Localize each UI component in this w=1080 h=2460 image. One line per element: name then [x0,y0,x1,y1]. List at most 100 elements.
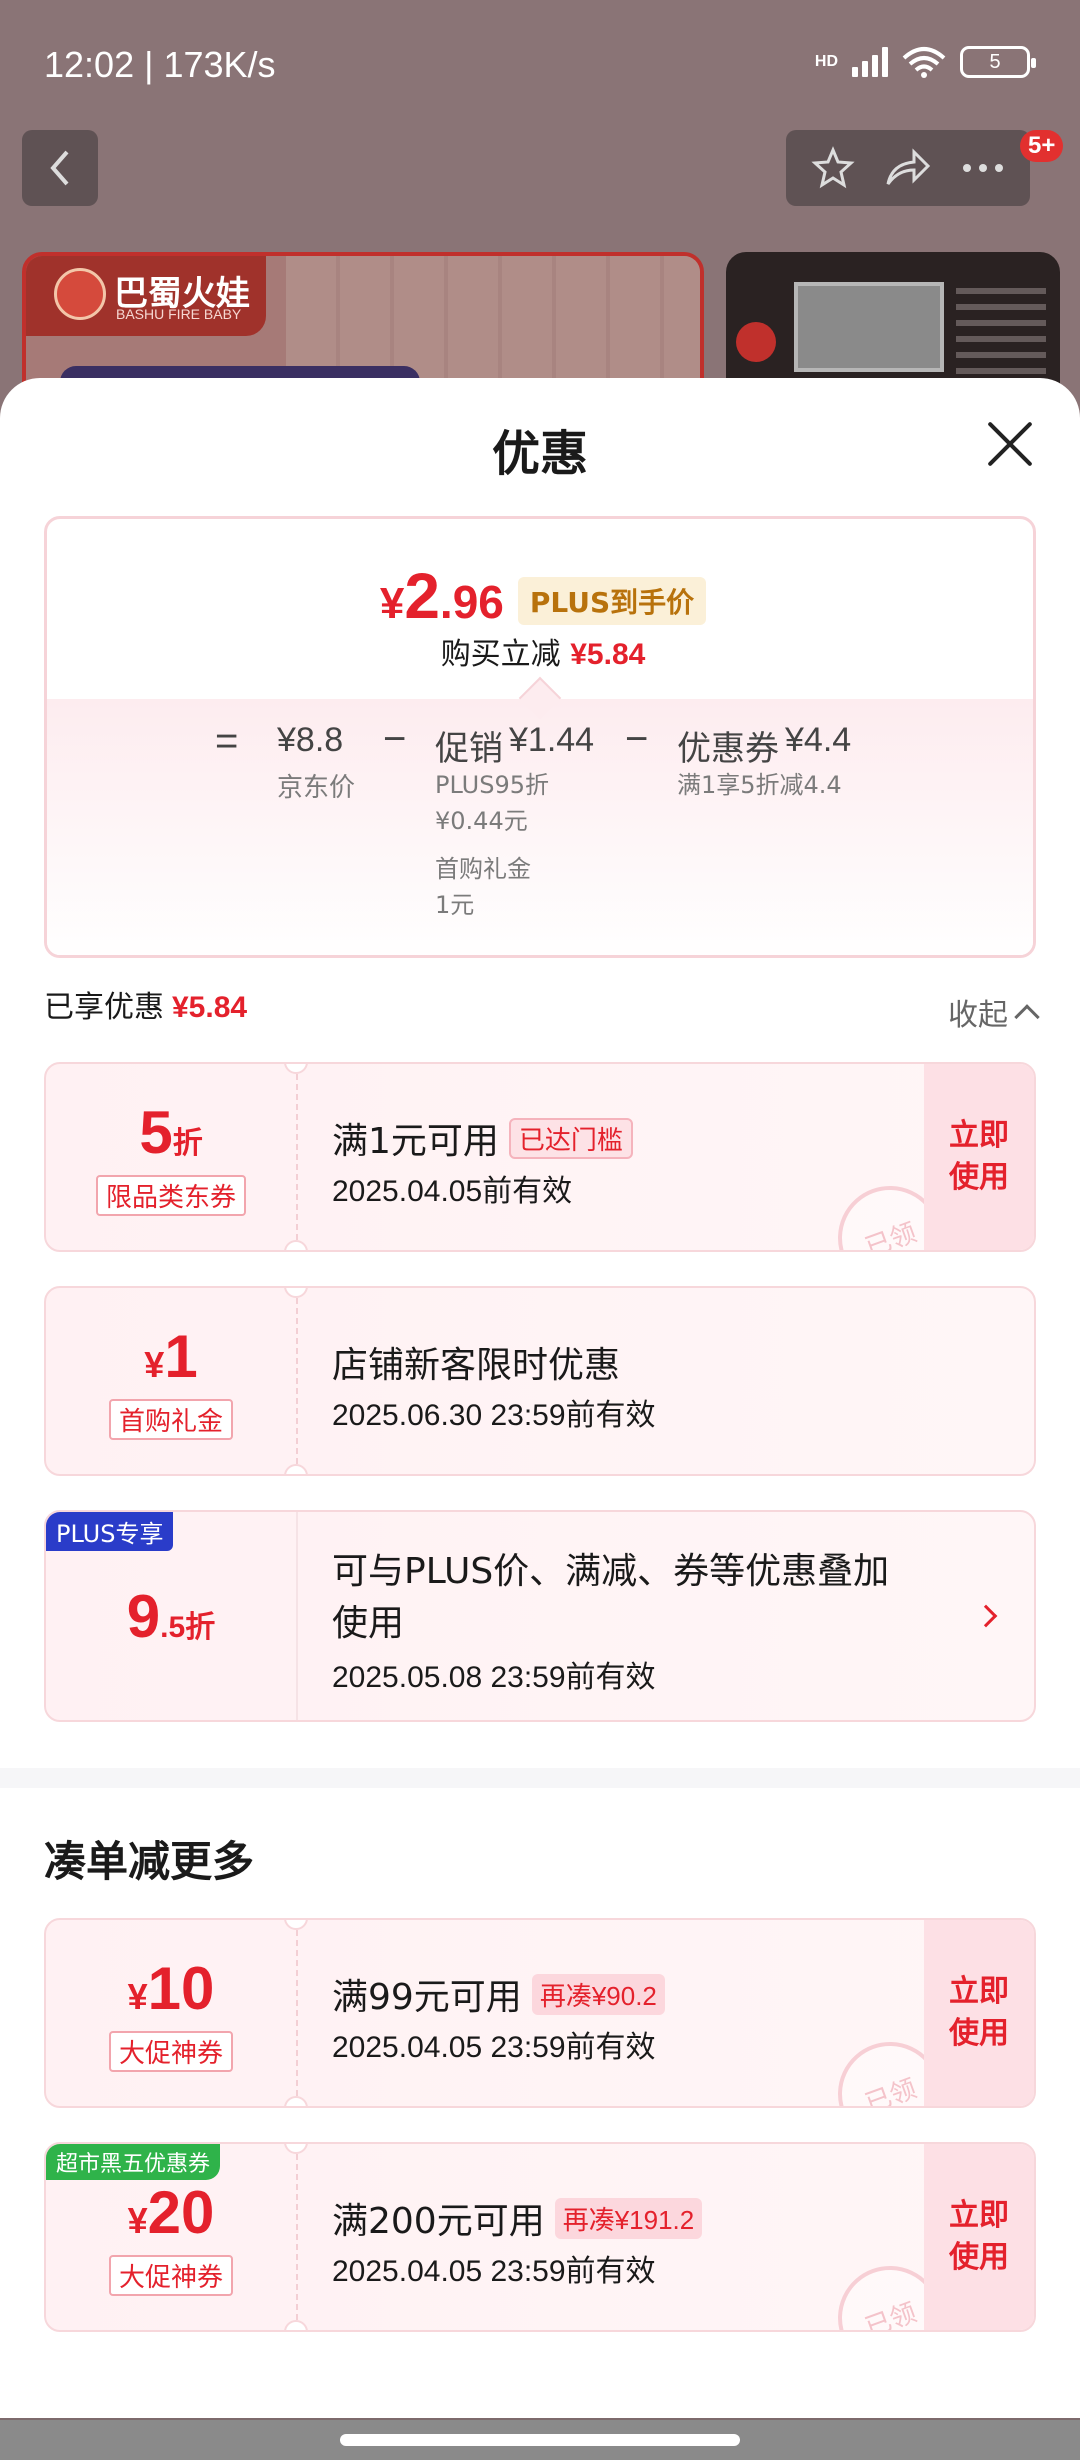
coupon-title-row: 满99元可用 再凑¥90.2 [332,1968,665,2020]
coupon-divider [296,2144,298,2330]
collapse-label: 收起 [948,998,1008,1033]
coupon-title-row: 满1元可用 已达门槛 [332,1112,633,1164]
plus-discount-card[interactable]: PLUS专享 9.5折 可与PLUS价、满减、券等优惠叠加 使用 2025.05… [44,1510,1036,1722]
coupon-value-block: ¥1 首购礼金 [46,1288,296,1474]
back-icon [50,150,69,186]
star-icon [811,146,855,189]
coupon-divider [296,1064,298,1250]
reduction-label: 购买立减 [440,637,561,672]
use-now-button[interactable]: 立即使用 [924,1064,1034,1250]
home-indicator[interactable] [340,2434,740,2446]
status-time: 12:02 | 173K/s [44,44,276,85]
jd-price-label: 京东价 [277,773,356,803]
coupon-validity: 2025.06.30 23:59前有效 [332,1399,656,1432]
coupon-amount-number: 10 [147,1955,215,2022]
coupon-title-row: 满200元可用 再凑¥191.2 [332,2192,703,2244]
coupon-amount-unit: 折 [172,1127,203,1160]
coupon-notch [284,2096,308,2106]
discount-sheet: 优惠 ¥2.96 PLUS到手价 购买立减 ¥5.84 = ¥8.8 京东价 −… [0,378,1080,2418]
price-breakdown-card: ¥2.96 PLUS到手价 购买立减 ¥5.84 = ¥8.8 京东价 − 促销… [44,516,1036,958]
coupon-title: 店铺新客限时优惠 [332,1345,621,1386]
promo-label: 促销 [435,730,503,768]
final-price-block: ¥2.96 PLUS到手价 购买立减 ¥5.84 [47,519,1033,699]
coupon-type-tag: 限品类东券 [95,1175,246,1216]
coupon-value: ¥4.4 [785,721,852,759]
coupon-notch [284,1240,308,1250]
share-button[interactable] [880,140,936,196]
coupon-amount: ¥20 [128,2178,215,2247]
enjoyed-value: ¥5.84 [172,991,248,1024]
coupon-amount: 9.5折 [127,1582,215,1651]
coupon-type-tag: 大促神券 [108,2031,233,2072]
chevron-right-icon [974,1604,998,1628]
coupon-title: 满1元可用 [332,1121,499,1162]
reduction-value: ¥5.84 [570,638,646,671]
promo-first-gift-amount: 1元 [435,891,475,919]
jd-price: ¥8.8 [277,721,344,759]
sheet-title: 优惠 [491,426,588,482]
coupon-amount-number: 20 [147,2179,215,2246]
coupon-rule: 满1享5折减4.4 [677,771,842,799]
enjoyed-discount: 已享优惠 ¥5.84 [44,982,247,1026]
promo-coupon-card[interactable]: ¥10 大促神券 满99元可用 再凑¥90.2 2025.04.05 23:59… [44,1918,1036,2108]
coupon-title: 满99元可用 [332,1977,522,2018]
product-logo-dot [736,322,776,362]
more-icon [962,164,1003,172]
coupon-validity: 2025.04.05 23:59前有效 [332,2255,656,2288]
coupon-title-line2: 使用 [332,1603,405,1644]
coupon-currency: ¥ [144,1344,165,1385]
final-price: ¥2.96 [380,559,504,633]
collapse-button[interactable]: 收起 [948,990,1040,1034]
brand-name-en: BASHU FIRE BABY [116,306,242,322]
coupon-amount: 5折 [139,1098,202,1167]
more-button[interactable] [955,140,1011,196]
minus-sign: − [383,717,407,761]
status-icons: HD 5 [814,46,1036,78]
amount-needed-tag: 再凑¥90.2 [531,1973,665,2015]
coupon-amount: ¥10 [128,1954,215,2023]
nav-actions [786,130,1030,206]
close-button[interactable] [984,418,1036,470]
threshold-reached-tag: 已达门槛 [508,1117,633,1159]
coupon-currency: ¥ [127,1976,148,2017]
more-deals-title: 凑单减更多 [44,1837,255,1886]
coupon-type-tag: 大促神券 [108,2255,233,2296]
coupon-amount-number: 9 [126,1582,161,1650]
price-formula: = ¥8.8 京东价 − 促销 ¥1.44 PLUS95折 ¥0.44元 首购礼… [47,699,1033,955]
product-desc-lines [956,288,1046,378]
gift-coupon-card[interactable]: ¥1 首购礼金 店铺新客限时优惠 2025.06.30 23:59前有效 [44,1286,1036,1476]
coupon-divider [296,1920,298,2106]
coupon-label: 优惠券 [677,730,779,768]
use-now-label: 立即使用 [949,1974,1009,2051]
coupon-card[interactable]: 5折 限品类东券 满1元可用 已达门槛 2025.04.05前有效 已领 立即使… [44,1062,1036,1252]
promo-value: ¥1.44 [509,721,595,759]
favorite-button[interactable] [805,140,861,196]
promo-plus-amount: ¥0.44元 [435,807,528,835]
supermarket-coupon-card[interactable]: 超市黑五优惠券 ¥20 大促神券 满200元可用 再凑¥191.2 2025.0… [44,2142,1036,2332]
product-card-image [794,282,944,372]
coupon-amount-number: 1 [164,1323,198,1390]
section-divider [0,1768,1080,1788]
brand-logo-icon [54,268,106,320]
amount-needed-tag: 再凑¥191.2 [554,2197,703,2239]
use-now-button[interactable]: 立即使用 [924,1920,1034,2106]
coupon-currency: ¥ [127,2200,148,2241]
coupon-title-line1: 可与PLUS价、满减、券等优惠叠加 [332,1551,890,1592]
back-button[interactable] [22,130,98,206]
signal-icon [852,47,888,77]
promo-first-gift: 首购礼金 [435,855,531,883]
use-now-button[interactable]: 立即使用 [924,2144,1034,2330]
coupon-value-block: ¥10 大促神券 [46,1920,296,2106]
price-decimal: .96 [439,576,504,628]
coupon-notch [284,2320,308,2330]
coupon-value-block: 9.5折 [46,1512,296,1720]
coupon-validity: 2025.05.08 23:59前有效 [332,1661,656,1694]
coupon-value-block: ¥20 大促神券 [46,2144,296,2330]
price-currency: ¥ [379,579,405,628]
coupon-title: 满200元可用 [332,2201,545,2242]
coupon-amount-number: 5 [139,1099,173,1166]
hd-label: HD [814,53,838,70]
coupon-validity: 2025.04.05前有效 [332,1175,573,1208]
price-integer: 2 [404,560,440,632]
coupon-value-block: 5折 限品类东券 [46,1064,296,1250]
